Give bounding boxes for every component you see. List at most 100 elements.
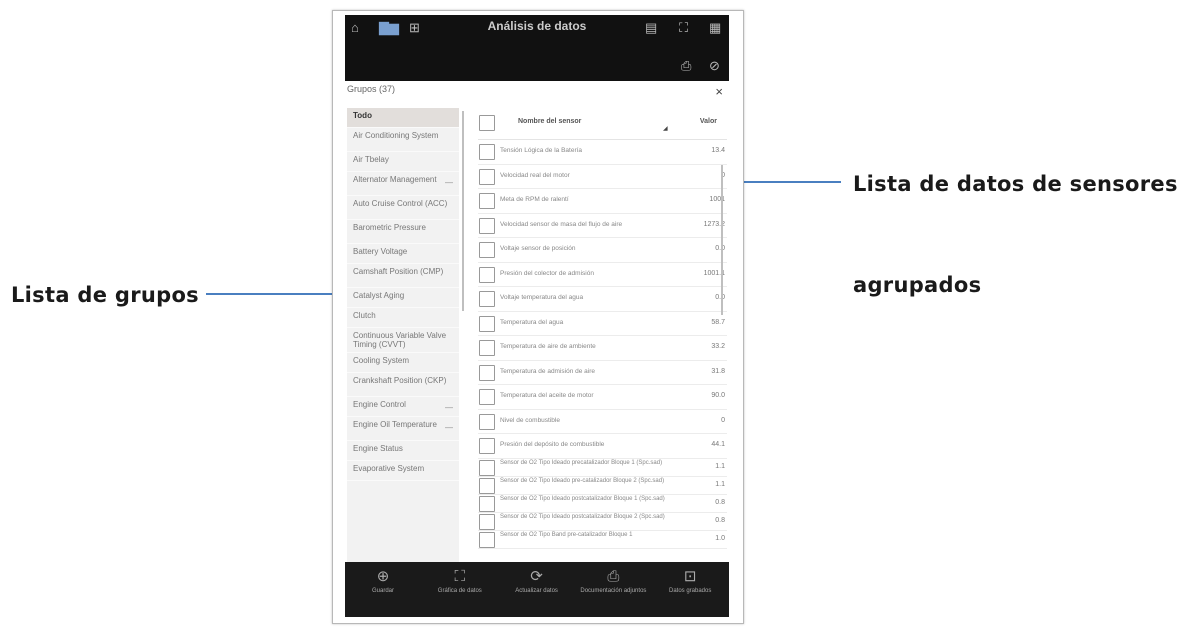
group-item-label: Air Conditioning System <box>353 131 439 140</box>
close-icon[interactable]: × <box>715 84 723 99</box>
row-checkbox[interactable] <box>479 217 495 234</box>
row-checkbox[interactable] <box>479 315 495 332</box>
row-checkbox[interactable] <box>479 438 495 454</box>
menu-icon[interactable]: ▦ <box>709 21 721 35</box>
group-item[interactable]: Engine Control — <box>347 397 459 417</box>
group-item-label: Catalyst Aging <box>353 291 405 300</box>
table-row[interactable]: Sensor de O2 Tipo Ideado postcatalizador… <box>478 495 727 514</box>
group-item-label: Clutch <box>353 311 376 320</box>
group-item[interactable]: Evaporative System <box>347 461 459 481</box>
group-item[interactable]: Cooling System <box>347 353 459 373</box>
group-item[interactable]: Air Conditioning System <box>347 128 459 152</box>
groups-list-callout: Lista de grupos <box>11 283 199 307</box>
table-row[interactable]: Temperatura de aire de ambiente 33.2 <box>478 336 727 361</box>
collapse-icon[interactable]: — <box>445 403 453 412</box>
report-icon[interactable]: ⎙ <box>681 59 691 73</box>
toolbar-button-label: Datos grabados <box>669 588 712 594</box>
row-checkbox[interactable] <box>479 459 495 476</box>
table-body: Tensión Lógica de la Batería 13.4 Velocida… <box>478 140 727 550</box>
group-item-label: Alternator Management <box>353 175 437 184</box>
row-checkbox[interactable] <box>479 413 495 430</box>
row-checkbox[interactable] <box>479 514 495 531</box>
row-checkbox[interactable] <box>479 144 495 160</box>
group-item-label: Cooling System <box>353 356 410 365</box>
table-row[interactable]: Temperatura del aceite de motor 90.0 <box>478 385 727 410</box>
table-row[interactable]: Sensor de O2 Tipo Ideado pre-catalizador… <box>478 477 727 495</box>
group-item-label: Evaporative System <box>353 464 425 473</box>
toolbar-button[interactable]: ⎙ Documentación adjuntos <box>575 568 651 595</box>
collapse-icon[interactable]: — <box>445 178 453 187</box>
group-item-label: Crankshaft Position (CKP) <box>353 376 447 385</box>
table-row[interactable]: Sensor de O2 Tipo Ideado postcatalizador… <box>478 513 727 532</box>
group-item[interactable]: Alternator Management — <box>347 172 459 196</box>
print-icon[interactable]: ▤ <box>645 21 657 35</box>
group-item[interactable]: Air Tbelay <box>347 152 459 172</box>
group-item[interactable]: Engine Status <box>347 441 459 461</box>
table-row[interactable]: Presión del depósito de combustible 44.1 <box>478 434 727 459</box>
row-checkbox[interactable] <box>479 168 495 185</box>
sensor-name: Tensión Lógica de la Batería <box>500 147 583 154</box>
sensor-name: Sensor de O2 Tipo Ideado pre-catalizador… <box>500 477 665 484</box>
row-checkbox[interactable] <box>479 364 495 381</box>
sensor-name: Sensor de O2 Tipo Ideado postcatalizador… <box>500 495 665 502</box>
table-row[interactable]: Tensión Lógica de la Batería 13.4 <box>478 140 727 165</box>
sensor-name: Sensor de O2 Tipo Ideado postcatalizador… <box>500 514 665 521</box>
table-row[interactable]: Nivel de combustible 0 <box>478 410 727 434</box>
group-item[interactable]: Battery Voltage <box>347 244 459 264</box>
top-bar: ⌂ ▇▆ ⊞ Análisis de datos ▤ ⛶ ▦ ⎙ ⊘ <box>345 15 729 81</box>
group-item[interactable]: Auto Cruise Control (ACC) <box>347 196 459 220</box>
table-row[interactable]: Voltaje sensor de posición0.0 <box>478 238 727 263</box>
row-checkbox[interactable] <box>479 291 495 307</box>
sensor-name: Voltaje sensor de posición <box>500 245 576 252</box>
toolbar-button-icon: ⎙ <box>607 568 620 585</box>
toolbar-button-label: Gráfica de datos <box>437 588 482 594</box>
sensor-value: 1.1 <box>715 480 725 488</box>
row-checkbox[interactable] <box>479 340 495 356</box>
toolbar-button[interactable]: ⊡ Datos grabados <box>652 568 728 595</box>
row-checkbox[interactable] <box>479 532 495 549</box>
sensor-data-callout-line2: agrupados <box>853 273 982 297</box>
select-all-checkbox[interactable] <box>479 115 495 131</box>
table-row[interactable]: Velocidad real del motor 0 <box>478 165 727 189</box>
table-row[interactable]: Voltaje temperatura del agua0.0 <box>478 287 727 312</box>
row-checkbox[interactable] <box>479 389 495 405</box>
toolbar-button[interactable]: ⟳ Actualizar datos <box>499 568 575 595</box>
device-screen: ⌂ ▇▆ ⊞ Análisis de datos ▤ ⛶ ▦ ⎙ ⊘ Grupo… <box>345 15 729 617</box>
sensor-name: Temperatura del agua <box>500 318 564 326</box>
row-checkbox[interactable] <box>479 193 495 209</box>
collapse-icon[interactable]: — <box>445 423 453 432</box>
sensor-value: 33.2 <box>711 343 725 350</box>
row-checkbox[interactable] <box>479 242 495 258</box>
table-row[interactable]: Sensor de O2 Tipo Ideado precatalizador … <box>478 459 727 477</box>
sensor-value: 13.4 <box>711 147 725 154</box>
table-row[interactable]: Velocidad sensor de masa del flujo de ai… <box>478 214 727 238</box>
group-item[interactable]: Clutch <box>347 308 459 328</box>
table-row[interactable]: Meta de RPM de ralentí 1001 <box>478 189 727 214</box>
sensor-table: Nombre del sensor ◢ Valor Tensión Lógica… <box>478 109 727 562</box>
toolbar-button[interactable]: ⊕ Guardar <box>345 568 421 595</box>
group-item[interactable]: Camshaft Position (CMP) <box>347 264 459 288</box>
groups-header: Grupos (37) × <box>347 84 727 102</box>
sensor-name: Sensor de O2 Tipo Ideado precatalizador … <box>500 459 663 466</box>
settings-icon[interactable]: ⊘ <box>709 59 720 73</box>
group-item[interactable]: Barometric Pressure <box>347 220 459 244</box>
group-list-scrollbar[interactable] <box>462 111 464 311</box>
group-item[interactable]: Crankshaft Position (CKP) <box>347 373 459 397</box>
table-row[interactable]: Temperatura del agua 58.7 <box>478 312 727 336</box>
row-checkbox[interactable] <box>479 495 495 512</box>
row-checkbox[interactable] <box>479 266 495 283</box>
group-item[interactable]: Continuous Variable Valve Timing (CVVT) <box>347 328 459 353</box>
table-row[interactable]: Sensor de O2 Tipo Band pre-catalizador B… <box>478 531 727 550</box>
group-item[interactable]: Engine Oil Temperature — <box>347 417 459 441</box>
table-row[interactable]: Temperatura de admisión de aire 31.8 <box>478 361 727 385</box>
table-row[interactable]: Presión del colector de admisión 1001.1 <box>478 263 727 287</box>
sort-icon[interactable]: ◢ <box>663 125 668 132</box>
expand-icon[interactable]: ⛶ <box>679 21 688 35</box>
table-header: Nombre del sensor ◢ Valor <box>478 109 727 140</box>
group-item[interactable]: Catalyst Aging <box>347 288 459 308</box>
row-checkbox[interactable] <box>479 477 495 494</box>
table-scrollbar[interactable] <box>721 165 723 315</box>
column-header-name[interactable]: Nombre del sensor <box>518 118 581 125</box>
group-item[interactable]: Todo <box>347 108 459 128</box>
toolbar-button[interactable]: ⛶ Gráfica de datos <box>422 568 498 595</box>
